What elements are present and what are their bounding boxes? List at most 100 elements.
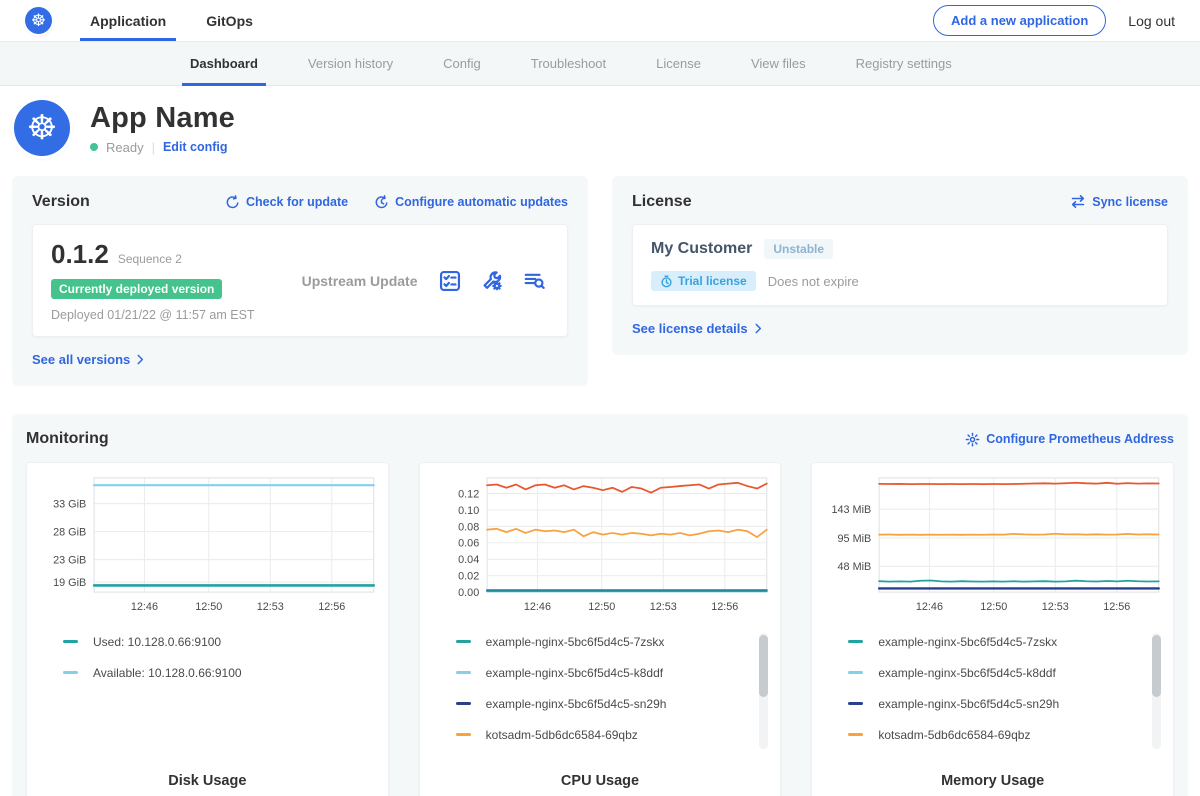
charts-row: 33 GiB28 GiB23 GiB19 GiB12:4612:5012:531… xyxy=(26,462,1174,796)
status-ready-dot-icon xyxy=(90,143,98,151)
legend-dash-icon xyxy=(456,640,471,643)
svg-text:12:50: 12:50 xyxy=(981,601,1008,613)
legend-dash-icon xyxy=(456,671,471,674)
legend-label: kotsadm-5db6dc6584-69qbz xyxy=(878,728,1030,742)
svg-text:12:46: 12:46 xyxy=(916,601,943,613)
legend-item: Available: 10.128.0.66:9100 xyxy=(63,666,358,680)
upstream-update-label: Upstream Update xyxy=(280,273,439,289)
legend-dash-icon xyxy=(848,702,863,705)
logout-button[interactable]: Log out xyxy=(1128,13,1175,29)
stopwatch-icon xyxy=(660,275,673,288)
add-application-button[interactable]: Add a new application xyxy=(933,5,1106,36)
legend-label: example-nginx-5bc6f5d4c5-k8ddf xyxy=(486,666,663,680)
topnav-right: Add a new application Log out xyxy=(933,5,1175,36)
swap-arrows-icon xyxy=(1070,195,1086,209)
chart-title: CPU Usage xyxy=(428,773,773,793)
subnav-tab-dashboard[interactable]: Dashboard xyxy=(190,42,258,86)
see-license-details-link[interactable]: See license details xyxy=(632,321,763,336)
legend-label: Used: 10.128.0.66:9100 xyxy=(93,635,221,649)
chart-title: Memory Usage xyxy=(820,773,1165,793)
svg-text:12:46: 12:46 xyxy=(524,601,551,613)
license-expiry: Does not expire xyxy=(768,274,859,289)
legend-scrollbar-thumb[interactable] xyxy=(759,635,768,697)
subnav-tab-view-files[interactable]: View files xyxy=(751,42,806,86)
subnav-tab-config[interactable]: Config xyxy=(443,42,481,86)
configure-prometheus-link[interactable]: Configure Prometheus Address xyxy=(965,432,1174,447)
svg-text:12:53: 12:53 xyxy=(257,601,284,613)
legend-item: example-nginx-5bc6f5d4c5-sn29h xyxy=(848,697,1143,711)
svg-text:12:56: 12:56 xyxy=(711,601,738,613)
topnav-tabs: Application GitOps xyxy=(86,0,289,41)
chart-card-disk-usage: 33 GiB28 GiB23 GiB19 GiB12:4612:5012:531… xyxy=(26,462,389,796)
config-wrench-button[interactable] xyxy=(481,270,503,292)
chart-plot-memory-usage: 143 MiB95 MiB48 MiB12:4612:5012:5312:56 xyxy=(820,471,1165,623)
legend-label: example-nginx-5bc6f5d4c5-7zskx xyxy=(486,635,665,649)
chart-card-cpu-usage: 0.120.100.080.060.040.020.0012:4612:5012… xyxy=(419,462,782,796)
legend-dash-icon xyxy=(848,640,863,643)
legend-scrollbar-thumb[interactable] xyxy=(1152,635,1161,697)
subnav-tab-license[interactable]: License xyxy=(656,42,701,86)
see-all-versions-link[interactable]: See all versions xyxy=(32,352,145,367)
currently-deployed-badge: Currently deployed version xyxy=(51,279,222,299)
subnav-tab-version-history[interactable]: Version history xyxy=(308,42,393,86)
chevron-right-icon xyxy=(754,323,763,334)
svg-text:12:53: 12:53 xyxy=(649,601,676,613)
version-sequence: Sequence 2 xyxy=(118,252,182,266)
svg-text:12:46: 12:46 xyxy=(131,601,158,613)
svg-text:95 MiB: 95 MiB xyxy=(838,533,872,545)
svg-text:19 GiB: 19 GiB xyxy=(53,577,86,589)
license-card: License Sync license My Customer Unstabl… xyxy=(612,176,1188,355)
svg-text:0.10: 0.10 xyxy=(458,505,479,517)
legend-item: kotsadm-5db6dc6584-69qbz xyxy=(848,728,1143,742)
topnav-tab-application[interactable]: Application xyxy=(86,0,170,41)
customer-name: My Customer xyxy=(651,240,752,258)
preflight-checks-button[interactable] xyxy=(439,270,461,292)
monitoring-title: Monitoring xyxy=(26,430,109,448)
legend-dash-icon xyxy=(456,702,471,705)
deployed-timestamp: Deployed 01/21/22 @ 11:57 am EST xyxy=(51,308,280,322)
svg-text:12:56: 12:56 xyxy=(1104,601,1131,613)
license-panel: My Customer Unstable Trial license Does … xyxy=(632,224,1168,306)
chart-legend-memory-usage: example-nginx-5bc6f5d4c5-7zskx example-ng… xyxy=(848,635,1165,759)
legend-label: kotsadm-5db6dc6584-69qbz xyxy=(486,728,638,742)
topnav-tab-gitops[interactable]: GitOps xyxy=(202,0,257,41)
check-for-update-link[interactable]: Check for update xyxy=(225,195,348,210)
legend-item: Used: 10.128.0.66:9100 xyxy=(63,635,358,649)
kubernetes-helm-icon: ☸ xyxy=(25,7,52,34)
license-card-title: License xyxy=(632,193,692,211)
legend-label: example-nginx-5bc6f5d4c5-sn29h xyxy=(486,697,667,711)
svg-text:23 GiB: 23 GiB xyxy=(53,555,86,567)
sync-license-link[interactable]: Sync license xyxy=(1070,195,1168,209)
svg-text:12:50: 12:50 xyxy=(588,601,615,613)
current-version-panel: 0.1.2 Sequence 2 Currently deployed vers… xyxy=(32,224,568,337)
svg-text:0.08: 0.08 xyxy=(458,521,479,533)
app-subnav: Dashboard Version history Config Troublesho… xyxy=(0,42,1200,86)
svg-text:12:56: 12:56 xyxy=(318,601,345,613)
legend-dash-icon xyxy=(456,733,471,736)
svg-text:12:50: 12:50 xyxy=(195,601,222,613)
trial-license-badge: Trial license xyxy=(651,271,756,291)
edit-config-link[interactable]: Edit config xyxy=(163,140,228,154)
version-card: Version Check for update xyxy=(12,176,588,386)
svg-text:0.00: 0.00 xyxy=(458,587,479,599)
chart-card-memory-usage: 143 MiB95 MiB48 MiB12:4612:5012:5312:56e… xyxy=(811,462,1174,796)
legend-item: example-nginx-5bc6f5d4c5-k8ddf xyxy=(456,666,751,680)
helm-glyph: ☸ xyxy=(31,11,46,31)
chart-title: Disk Usage xyxy=(35,773,380,793)
chart-plot-disk-usage: 33 GiB28 GiB23 GiB19 GiB12:4612:5012:531… xyxy=(35,471,380,623)
subnav-tab-registry-settings[interactable]: Registry settings xyxy=(856,42,952,86)
view-deploy-logs-button[interactable] xyxy=(523,270,545,292)
legend-item: example-nginx-5bc6f5d4c5-7zskx xyxy=(848,635,1143,649)
clock-refresh-icon xyxy=(374,195,389,210)
legend-label: example-nginx-5bc6f5d4c5-7zskx xyxy=(878,635,1057,649)
svg-text:33 GiB: 33 GiB xyxy=(53,499,86,511)
chart-legend-cpu-usage: example-nginx-5bc6f5d4c5-7zskx example-ng… xyxy=(456,635,773,759)
checklist-icon xyxy=(439,270,461,292)
top-navbar: ☸ Application GitOps Add a new applicatio… xyxy=(0,0,1200,42)
subnav-tab-troubleshoot[interactable]: Troubleshoot xyxy=(531,42,606,86)
chevron-right-icon xyxy=(136,354,145,365)
svg-text:0.12: 0.12 xyxy=(458,488,479,500)
configure-automatic-updates-link[interactable]: Configure automatic updates xyxy=(374,195,568,210)
legend-dash-icon xyxy=(848,733,863,736)
legend-label: Available: 10.128.0.66:9100 xyxy=(93,666,242,680)
